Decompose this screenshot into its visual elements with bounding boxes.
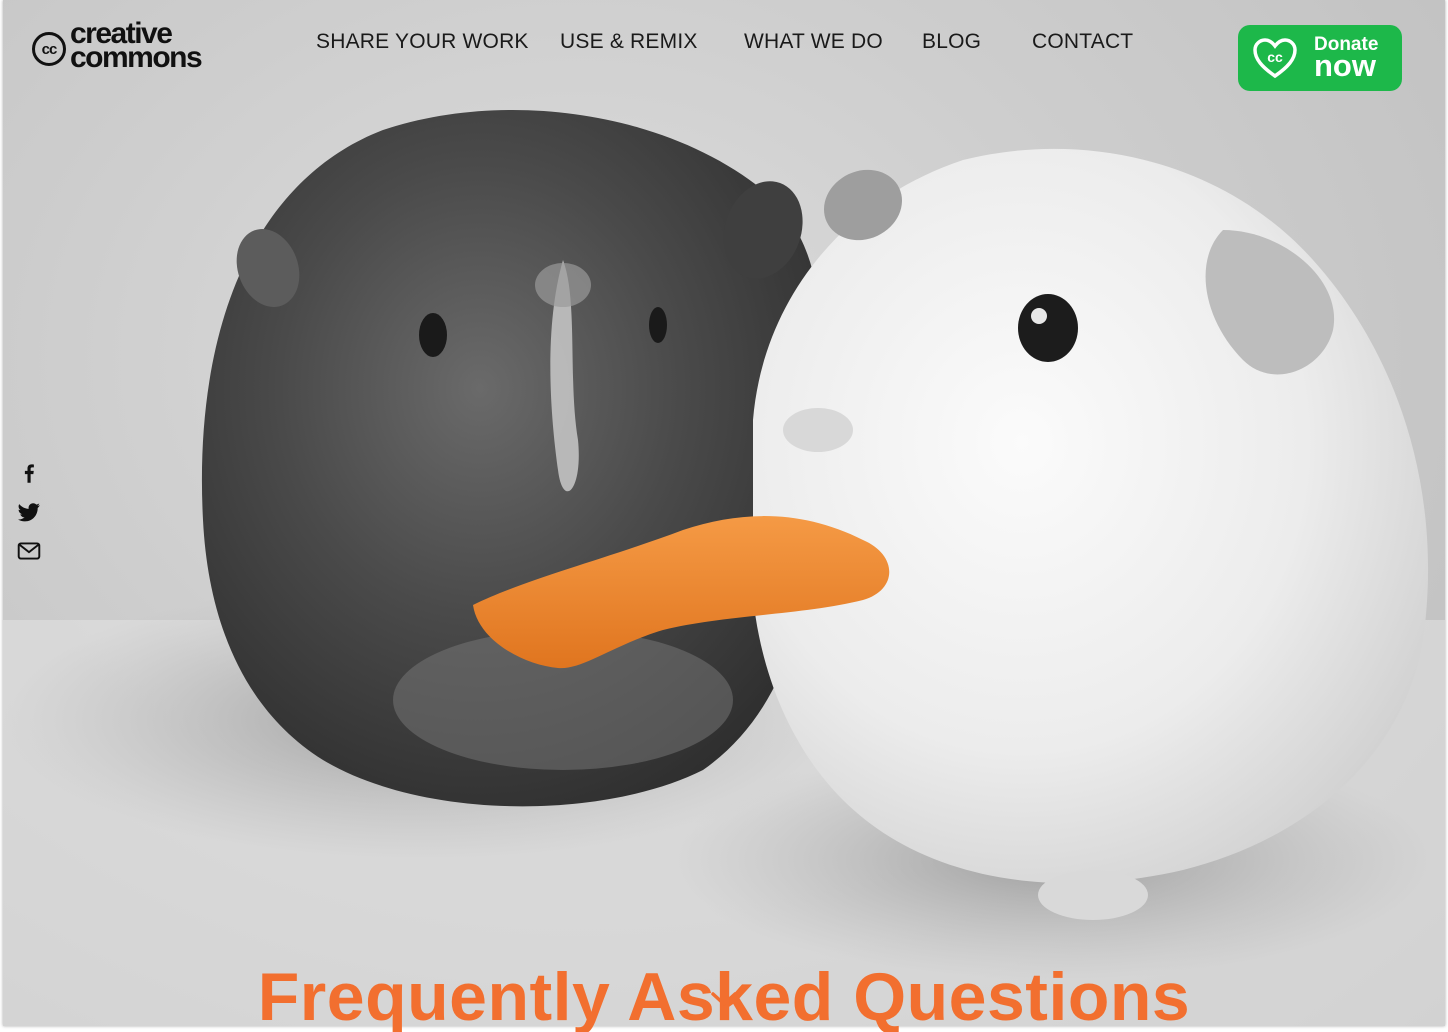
svg-text:cc: cc bbox=[1267, 49, 1283, 65]
page: cc creative commons SHARE YOUR WORK USE … bbox=[0, 0, 1448, 1032]
twitter-icon[interactable] bbox=[16, 499, 42, 525]
guinea-pigs-photo bbox=[3, 110, 1445, 1026]
nav-blog[interactable]: BLOG bbox=[922, 30, 981, 54]
cc-heart-icon: cc bbox=[1253, 38, 1297, 79]
mail-icon[interactable] bbox=[16, 538, 42, 564]
nav-contact[interactable]: CONTACT bbox=[1032, 30, 1133, 54]
nav-use-remix[interactable]: USE & REMIX bbox=[560, 30, 698, 54]
hero-image bbox=[3, 0, 1445, 1026]
nav-what-we-do[interactable]: WHAT WE DO bbox=[744, 30, 883, 54]
chevron-down-icon[interactable] bbox=[710, 990, 738, 1010]
donate-label: Donate now bbox=[1314, 35, 1378, 81]
main-nav: SHARE YOUR WORK USE & REMIX WHAT WE DO B… bbox=[0, 30, 1448, 60]
facebook-icon[interactable] bbox=[16, 460, 42, 486]
nav-share-your-work[interactable]: SHARE YOUR WORK bbox=[316, 30, 529, 54]
donate-line-2: now bbox=[1314, 48, 1376, 83]
social-share-rail bbox=[16, 460, 44, 577]
donate-now-button[interactable]: cc Donate now bbox=[1238, 25, 1402, 91]
